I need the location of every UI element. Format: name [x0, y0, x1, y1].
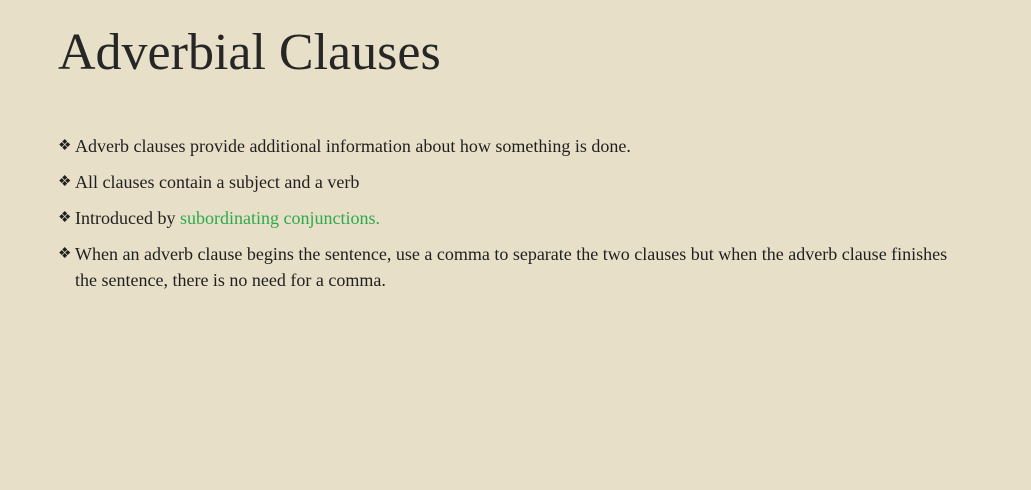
bullet-text: Adverb clauses provide additional inform… — [75, 136, 631, 156]
slide-title: Adverbial Clauses — [58, 24, 441, 81]
bullet-item: ❖ Introduced by subordinating conjunctio… — [58, 205, 968, 231]
bullet-list: ❖ Adverb clauses provide additional info… — [58, 133, 968, 303]
diamond-four-icon: ❖ — [58, 210, 72, 226]
diamond-four-icon: ❖ — [58, 138, 72, 154]
diamond-four-icon: ❖ — [58, 174, 72, 190]
highlighted-term: subordinating conjunctions. — [179, 208, 380, 228]
diamond-four-icon: ❖ — [58, 246, 72, 262]
bullet-item: ❖ When an adverb clause begins the sente… — [58, 241, 968, 293]
slide: Adverbial Clauses ❖ Adverb clauses provi… — [0, 0, 1031, 490]
bullet-text: When an adverb clause begins the sentenc… — [75, 244, 948, 290]
bullet-text: Introduced by subordinating conjunctions… — [75, 205, 968, 231]
bullet-item: ❖ Adverb clauses provide additional info… — [58, 133, 968, 159]
bullet-item: ❖ All clauses contain a subject and a ve… — [58, 169, 968, 195]
bullet-text-lead: Introduced by — [75, 208, 180, 228]
bullet-text: All clauses contain a subject and a verb — [75, 172, 360, 192]
